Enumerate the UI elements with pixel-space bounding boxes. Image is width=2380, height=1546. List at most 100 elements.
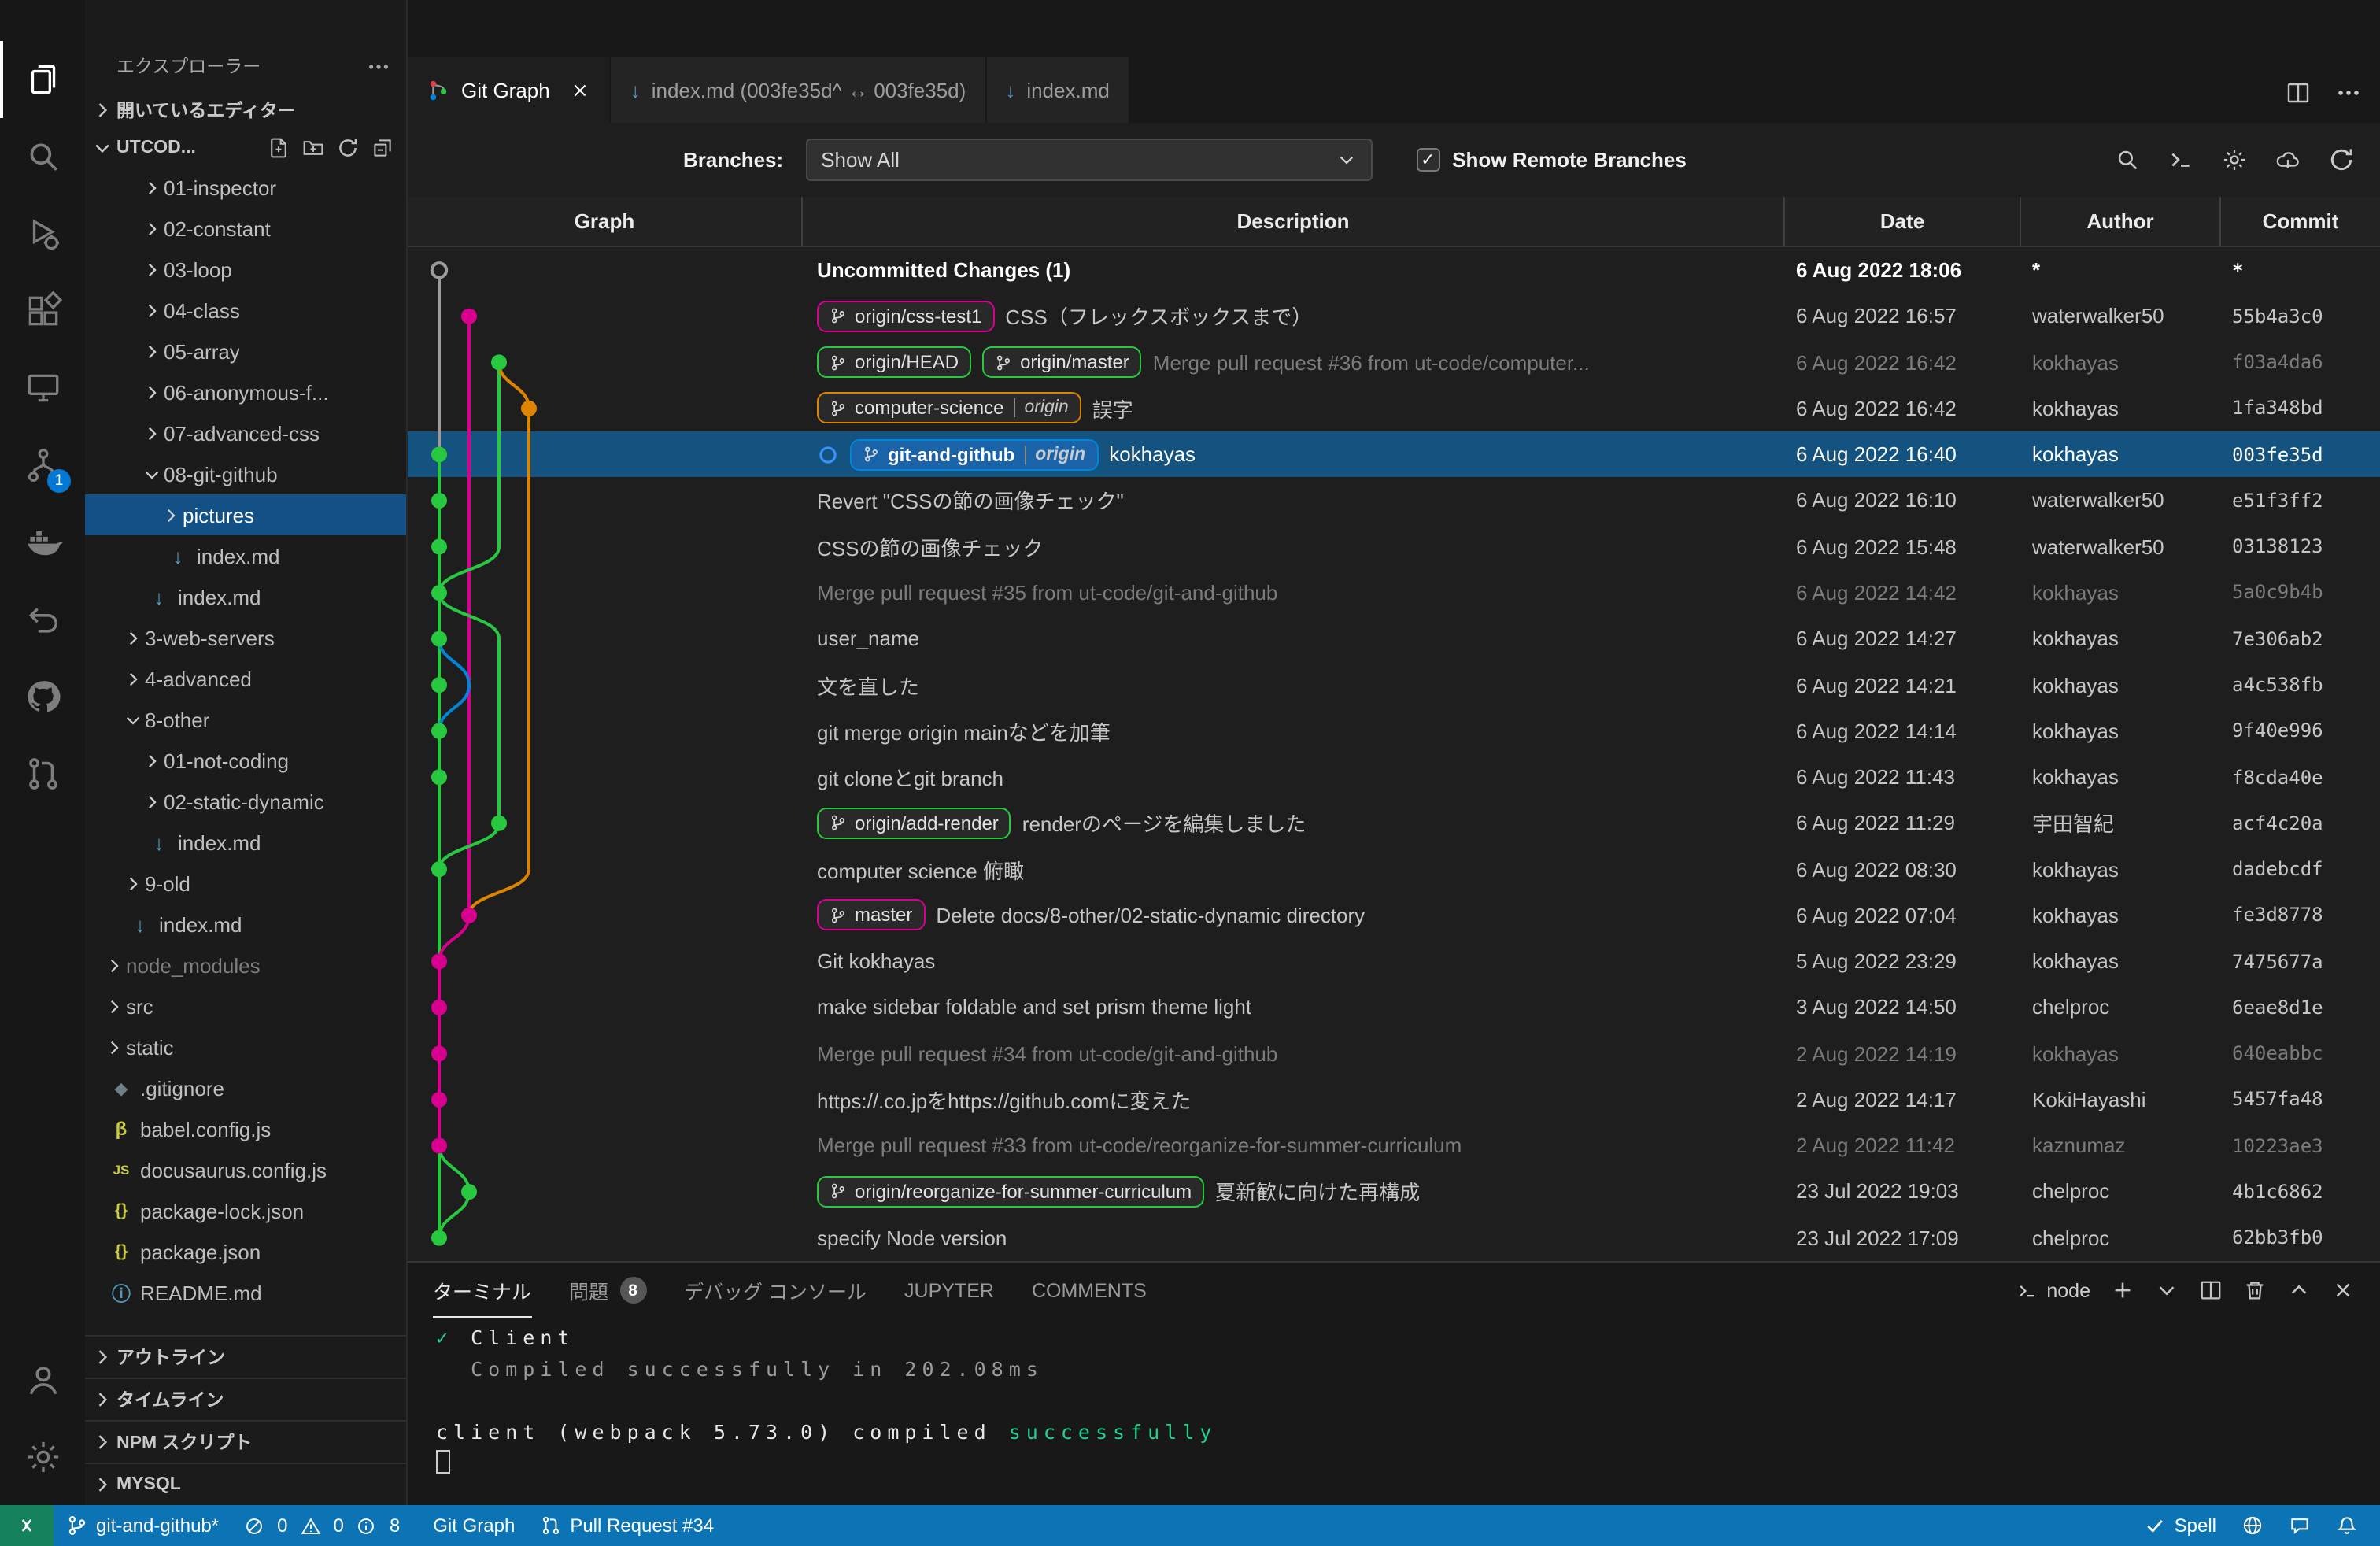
tree-item-.gitignore[interactable]: ◆.gitignore (85, 1067, 406, 1108)
commit-row[interactable]: origin/HEADorigin/masterMerge pull reque… (408, 339, 2380, 386)
activity-docker[interactable] (0, 504, 85, 581)
tree-item-01-not-coding[interactable]: 01-not-coding (85, 740, 406, 781)
shell-selector[interactable]: node (2016, 1279, 2090, 1301)
open-editors-section[interactable]: 開いているエディター (85, 91, 406, 129)
tree-item-4-advanced[interactable]: 4-advanced (85, 658, 406, 699)
ellipsis-icon[interactable] (2336, 80, 2361, 105)
panel-tab-JUPYTER[interactable]: JUPYTER (904, 1263, 994, 1318)
more-actions-icon[interactable] (367, 55, 390, 79)
status-feedback[interactable] (2276, 1505, 2323, 1546)
tree-item-3-web-servers[interactable]: 3-web-servers (85, 617, 406, 658)
tree-item-package-lock.json[interactable]: {}package-lock.json (85, 1190, 406, 1231)
split-icon[interactable] (2286, 80, 2311, 105)
chevD-icon[interactable] (2155, 1278, 2179, 1302)
chevU-icon[interactable] (2287, 1278, 2311, 1302)
activity-search[interactable] (0, 118, 85, 195)
commit-row[interactable]: specify Node version23 Jul 2022 17:09che… (408, 1215, 2380, 1261)
activity-settings[interactable] (0, 1418, 85, 1496)
collapse-icon[interactable] (371, 137, 394, 159)
status-globe[interactable] (2229, 1505, 2276, 1546)
status-problems[interactable]: 008 (231, 1505, 420, 1546)
commit-row[interactable]: git cloneとgit branch6 Aug 2022 11:43kokh… (408, 754, 2380, 801)
panel-tab-COMMENTS[interactable]: COMMENTS (1032, 1263, 1147, 1318)
search-icon[interactable] (2114, 146, 2141, 173)
activity-extensions[interactable] (0, 272, 85, 350)
commit-row[interactable]: origin/add-renderrenderのページを編集しました6 Aug … (408, 800, 2380, 846)
commit-row[interactable]: user_name6 Aug 2022 14:27kokhayas7e306ab… (408, 616, 2380, 662)
activity-explorer[interactable] (0, 41, 85, 118)
commit-row[interactable]: computer science 俯瞰6 Aug 2022 08:30kokha… (408, 846, 2380, 893)
refresh-icon[interactable] (2328, 146, 2355, 173)
tree-item-babel.config.js[interactable]: βbabel.config.js (85, 1108, 406, 1149)
commit-row[interactable]: Merge pull request #35 from ut-code/git-… (408, 570, 2380, 616)
activity-pull-requests[interactable] (0, 735, 85, 812)
tree-item-index.md[interactable]: ↓index.md (85, 535, 406, 576)
commit-row[interactable]: origin/css-test1CSS（フレックスボックスまで）6 Aug 20… (408, 294, 2380, 340)
commit-row[interactable]: 文を直した6 Aug 2022 14:21kokhayasa4c538fb (408, 662, 2380, 708)
refresh-icon[interactable] (337, 137, 359, 159)
show-remote-branches-checkbox[interactable]: ✓ Show Remote Branches (1416, 148, 1687, 172)
tree-item-index.md[interactable]: ↓index.md (85, 576, 406, 617)
status-notifications[interactable] (2323, 1505, 2371, 1546)
branch-badge-git-and-github[interactable]: git-and-githuborigin (850, 438, 1098, 470)
tree-item-src[interactable]: src (85, 986, 406, 1026)
tree-item-02-constant[interactable]: 02-constant (85, 208, 406, 249)
plus-icon[interactable] (2111, 1278, 2134, 1302)
commit-row[interactable]: Merge pull request #33 from ut-code/reor… (408, 1123, 2380, 1169)
newFolder-icon[interactable] (302, 137, 324, 159)
tree-item-index.md[interactable]: ↓index.md (85, 904, 406, 945)
panel-tab-問題[interactable]: 問題8 (569, 1263, 646, 1318)
panel-tab-デバッグ コンソール[interactable]: デバッグ コンソール (684, 1263, 867, 1318)
branch-badge-origin/reorganize-for-summer-curriculum[interactable]: origin/reorganize-for-summer-curriculum (817, 1176, 1204, 1208)
activity-github[interactable] (0, 658, 85, 735)
column-header-Date[interactable]: Date (1783, 197, 2020, 246)
tree-item-06-anonymous-f...[interactable]: 06-anonymous-f... (85, 372, 406, 412)
workspace-section[interactable]: UTCOD... (85, 129, 406, 167)
activity-accounts[interactable] (0, 1341, 85, 1418)
commit-row[interactable]: Merge pull request #34 from ut-code/git-… (408, 1030, 2380, 1077)
branch-badge-master[interactable]: master (817, 900, 925, 931)
status-git-branch[interactable]: git-and-github* (54, 1505, 231, 1546)
status-pull-request[interactable]: Pull Request #34 (527, 1505, 726, 1546)
trash-icon[interactable] (2243, 1278, 2267, 1302)
commit-row[interactable]: computer-scienceorigin誤字6 Aug 2022 16:42… (408, 386, 2380, 432)
newFile-icon[interactable] (268, 137, 290, 159)
status-remote-indicator[interactable] (0, 1505, 54, 1546)
branches-dropdown[interactable]: Show All (805, 139, 1372, 181)
commit-row[interactable]: origin/reorganize-for-summer-curriculum夏… (408, 1169, 2380, 1215)
status-spell-checker[interactable]: Spell (2132, 1505, 2229, 1546)
branch-badge-origin/HEAD[interactable]: origin/HEAD (817, 346, 971, 378)
tree-item-08-git-github[interactable]: 08-git-github (85, 453, 406, 494)
commit-row[interactable]: git merge origin mainなどを加筆6 Aug 2022 14:… (408, 708, 2380, 754)
terminalIcon-icon[interactable] (2168, 146, 2194, 173)
tree-item-docusaurus.config.js[interactable]: JSdocusaurus.config.js (85, 1149, 406, 1190)
gear-icon[interactable] (2221, 146, 2248, 173)
branch-badge-origin/add-render[interactable]: origin/add-render (817, 808, 1011, 839)
activity-history[interactable] (0, 581, 85, 658)
sidebar-section-アウトライン[interactable]: アウトライン (85, 1335, 406, 1378)
tree-item-node_modules[interactable]: node_modules (85, 945, 406, 986)
activity-run-debug[interactable] (0, 195, 85, 272)
commit-row[interactable]: https://.co.jpをhttps://github.comに変えた2 A… (408, 1077, 2380, 1123)
tree-item-07-advanced-css[interactable]: 07-advanced-css (85, 412, 406, 453)
tree-item-index.md[interactable]: ↓index.md (85, 822, 406, 863)
commit-row[interactable]: git-and-githuboriginkokhayas6 Aug 2022 1… (408, 431, 2380, 478)
commit-row[interactable]: Git kokhayas5 Aug 2022 23:29kokhayas7475… (408, 938, 2380, 985)
commit-row[interactable]: Revert "CSSの節の画像チェック"6 Aug 2022 16:10wat… (408, 478, 2380, 524)
commit-row[interactable]: CSSの節の画像チェック6 Aug 2022 15:48waterwalker5… (408, 523, 2380, 570)
column-header-Description[interactable]: Description (801, 197, 1783, 246)
commit-row[interactable]: make sidebar foldable and set prism them… (408, 985, 2380, 1031)
tree-item-9-old[interactable]: 9-old (85, 863, 406, 904)
cloud-icon[interactable] (2275, 146, 2301, 173)
column-header-Graph[interactable]: Graph (408, 197, 801, 246)
close-icon[interactable] (2331, 1278, 2355, 1302)
commit-row[interactable]: Uncommitted Changes (1)6 Aug 2022 18:06*… (408, 247, 2380, 294)
tree-item-README.md[interactable]: ⓘREADME.md (85, 1272, 406, 1313)
tab-index.md[interactable]: ↓index.md (986, 57, 1130, 123)
sidebar-section-NPM スクリプト[interactable]: NPM スクリプト (85, 1420, 406, 1463)
tree-item-02-static-dynamic[interactable]: 02-static-dynamic (85, 781, 406, 822)
tree-item-03-loop[interactable]: 03-loop (85, 249, 406, 290)
tree-item-pictures[interactable]: pictures (85, 494, 406, 535)
terminal-output[interactable]: ✓ Client Compiled successfully in 202.08… (408, 1318, 2380, 1485)
activity-remote-explorer[interactable] (0, 350, 85, 427)
